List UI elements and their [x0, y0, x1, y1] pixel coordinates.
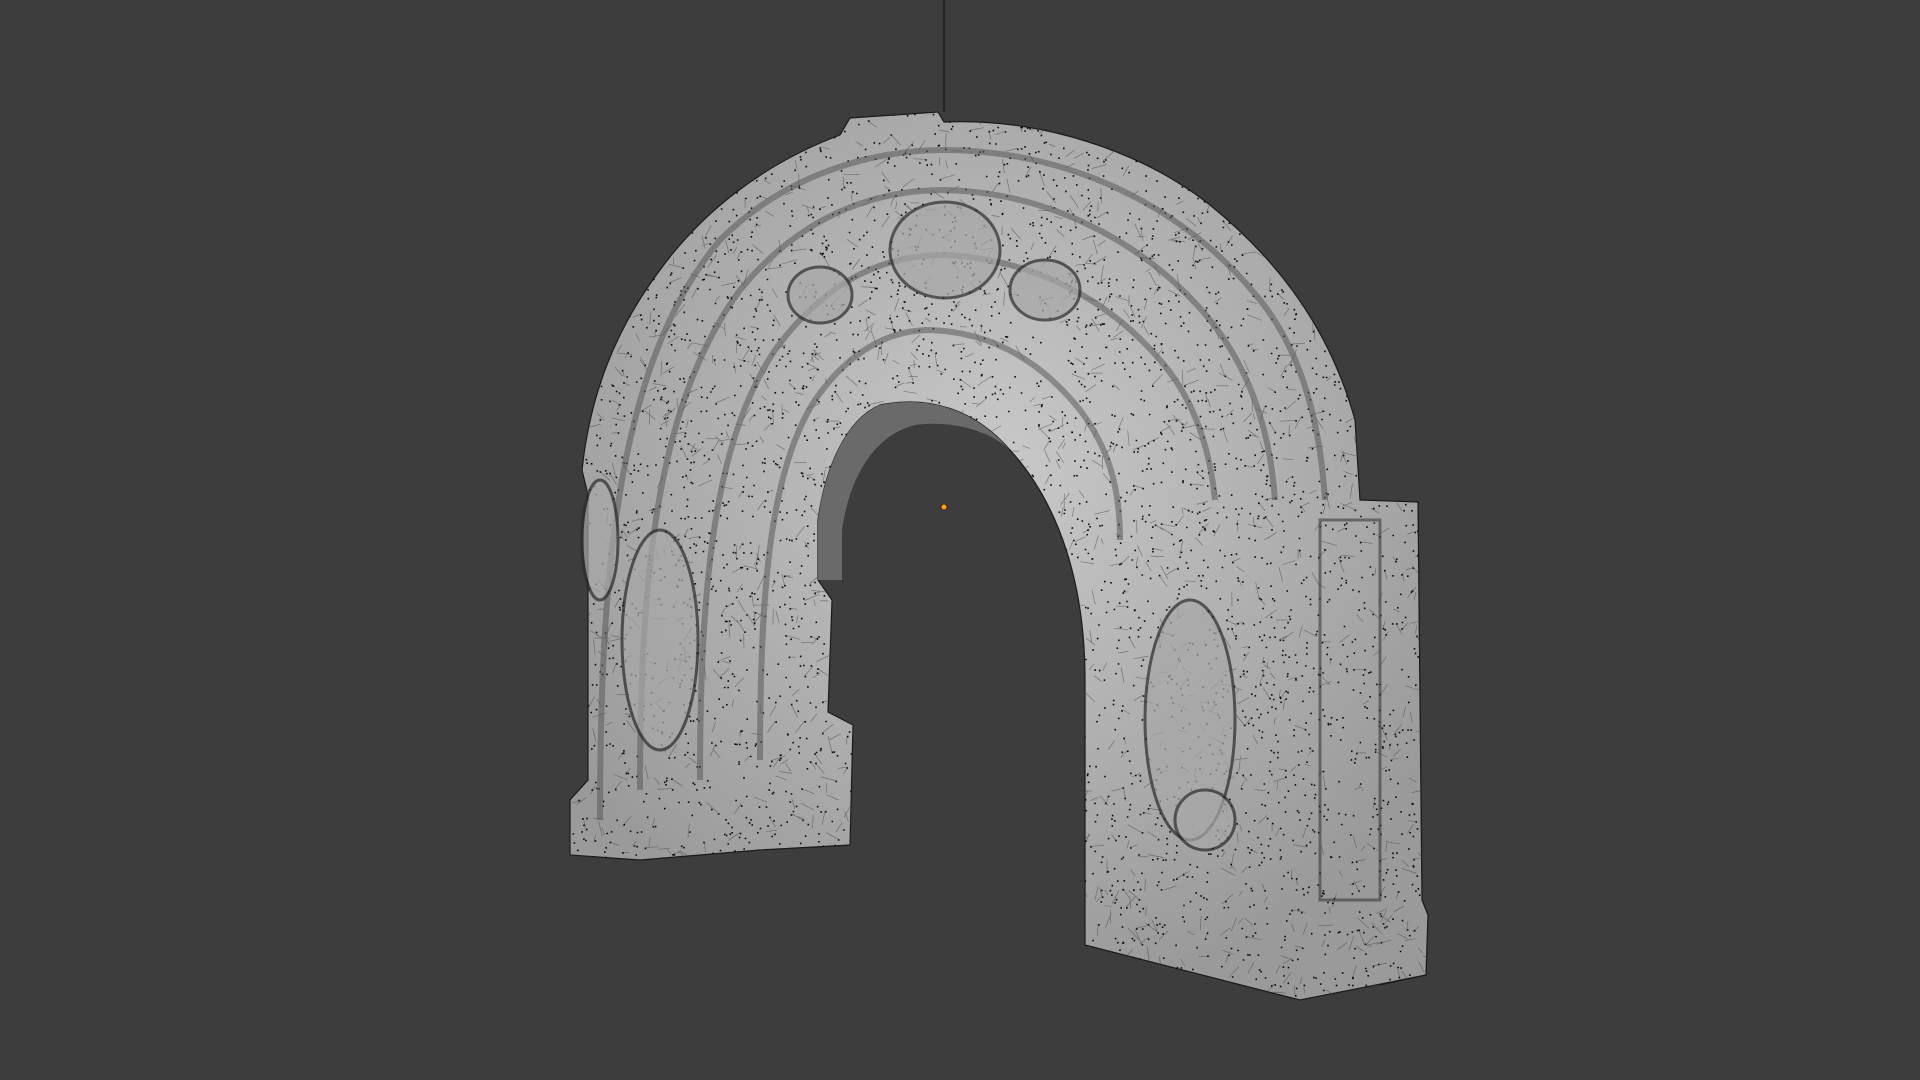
left-jamb-figure	[620, 528, 700, 752]
3d-viewport[interactable]	[0, 0, 1920, 1080]
left-pilaster-relief	[580, 478, 620, 602]
object-origin-marker[interactable]	[940, 503, 948, 511]
crown-relief-right	[1008, 258, 1082, 322]
arch-mesh-object[interactable]	[551, 97, 1448, 1010]
crown-medallion	[888, 200, 1002, 300]
crown-relief-left	[786, 265, 854, 325]
viewport-canvas[interactable]	[0, 0, 1920, 1080]
right-jamb-figure-base	[1173, 788, 1237, 852]
